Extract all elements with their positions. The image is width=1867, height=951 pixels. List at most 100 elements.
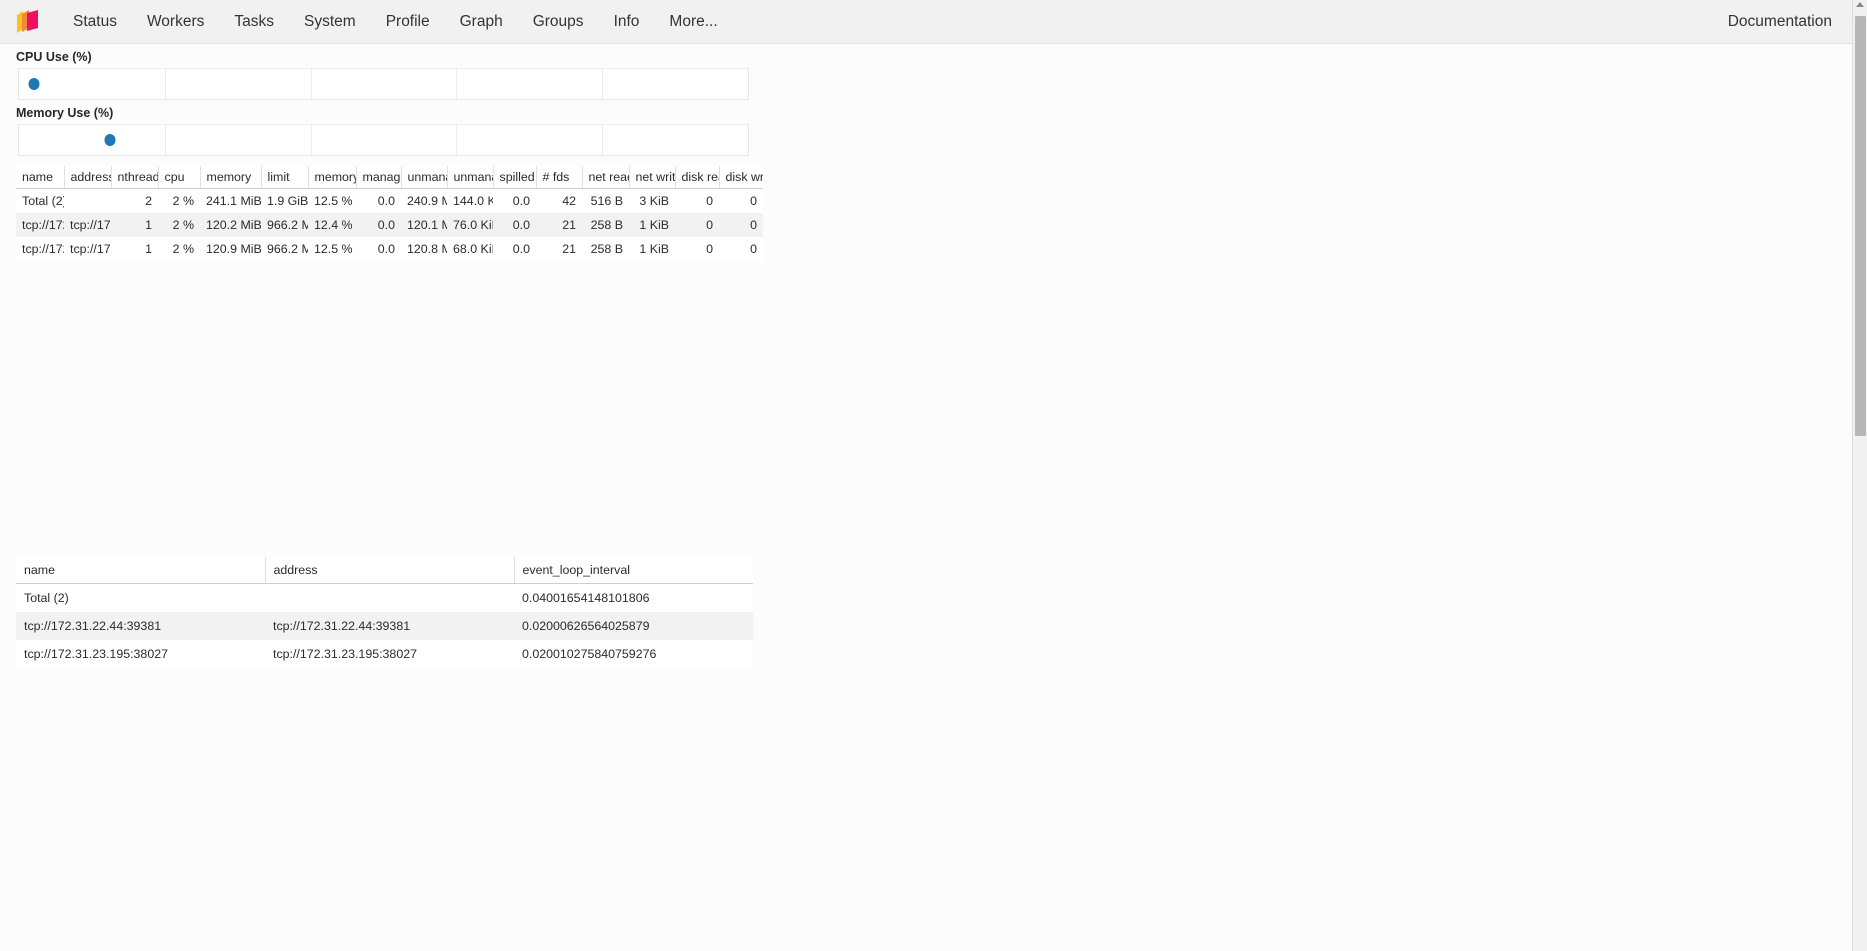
workers-table-cell-cpu: 2 % (172, 218, 194, 232)
workers-table-header-name[interactable]: name (16, 166, 65, 189)
event-loop-table-header-row: name address event_loop_interval (16, 557, 753, 584)
workers-table-cell-name: Total (2) (22, 194, 64, 208)
cpu-use-gauge: CPU Use (%) (0, 44, 1852, 100)
event-loop-table-cell-address: tcp://172.31.23.195:38027 (273, 647, 417, 661)
event-loop-table-cell-address (265, 584, 514, 613)
workers-table-cell-cpu: 2 % (172, 194, 194, 208)
workers-table-cell-disk_read: 0 (706, 194, 713, 208)
nav-item-more[interactable]: More... (654, 0, 732, 44)
layout-spacer (0, 261, 1852, 557)
workers-table-cell-net_write: 1 KiB (639, 242, 669, 256)
gauge-gridline (310, 69, 312, 99)
event-loop-table-cell-eli: 0.04001654148101806 (522, 591, 650, 605)
workers-table-cell-fds: 21 (562, 218, 576, 232)
workers-table-row[interactable]: tcp://172.31.22.44:39381 tcp://172.31.22.… (16, 213, 763, 237)
workers-table-cell-nthreads: 1 (145, 218, 152, 232)
workers-table-header-net_write[interactable]: net write (629, 166, 676, 189)
workers-table-cell-address (64, 189, 111, 214)
event-loop-table-header-eli[interactable]: event_loop_interval (514, 557, 753, 584)
event-loop-table-cell-name: tcp://172.31.22.44:39381 (24, 619, 162, 633)
workers-table-row[interactable]: tcp://172.31.23.195:38027 tcp://172.31.23… (16, 237, 763, 261)
memory-use-plot[interactable] (18, 124, 749, 156)
gauge-gridline (456, 69, 458, 99)
scroll-thumb[interactable] (1855, 16, 1866, 436)
workers-table-cell-limit: 966.2 MiB (267, 218, 308, 232)
event-loop-table-cell-address: tcp://172.31.22.44:39381 (273, 619, 411, 633)
workers-table-header-spilled[interactable]: spilled (493, 166, 537, 189)
gauge-worker-dot[interactable] (28, 78, 40, 90)
workers-table-cell-net_read: 258 B (590, 218, 623, 232)
workers-table-cell-net_write: 1 KiB (639, 218, 669, 232)
nav-item-workers[interactable]: Workers (132, 0, 219, 44)
workers-table-cell-unmanaged_old: 120.1 MiB (407, 218, 447, 232)
gauge-gridline (602, 125, 604, 155)
workers-table-cell-disk_read: 0 (706, 242, 713, 256)
dask-logo-icon[interactable] (12, 7, 42, 37)
scroll-up-arrow-icon[interactable] (1856, 2, 1864, 7)
event-loop-table-row[interactable]: Total (2) 0.04001654148101806 (16, 583, 753, 613)
event-loop-table-header-name[interactable]: name (16, 557, 266, 584)
workers-table-cell-disk_write: 0 (750, 218, 757, 232)
gauge-gridline (602, 69, 604, 99)
workers-table-header-managed[interactable]: managed (356, 166, 402, 189)
workers-table-cell-name: tcp://172.31.22.44:39381 (22, 218, 64, 232)
gauge-worker-dot[interactable] (104, 134, 116, 146)
workers-table-header-disk_read[interactable]: disk read (675, 166, 720, 189)
nav-item-status[interactable]: Status (58, 0, 132, 44)
workers-table-cell-name: tcp://172.31.23.195:38027 (22, 242, 64, 256)
workers-table-cell-disk_write: 0 (750, 194, 757, 208)
gauge-gridline (456, 125, 458, 155)
workers-table-header-limit[interactable]: limit (261, 166, 309, 189)
event-loop-table-cell-name: tcp://172.31.23.195:38027 (24, 647, 168, 661)
workers-table-cell-managed: 0.0 (377, 242, 395, 256)
event-loop-table-cell-eli: 0.020010275840759276 (522, 647, 657, 661)
event-loop-table-row[interactable]: tcp://172.31.22.44:39381 tcp://172.31.22.… (16, 612, 753, 640)
workers-table-cell-nthreads: 2 (145, 194, 152, 208)
cpu-use-plot[interactable] (18, 68, 749, 100)
workers-table-cell-disk_read: 0 (706, 218, 713, 232)
workers-table-header-unmanaged_old[interactable]: unmanaged old (401, 166, 448, 189)
documentation-link[interactable]: Documentation (1728, 13, 1838, 31)
vertical-scrollbar[interactable] (1852, 0, 1867, 951)
workers-table-cell-spilled: 0.0 (512, 242, 530, 256)
workers-table-header-row: nameaddressnthreadscpumemorylimitmemory … (16, 166, 763, 189)
workers-table-cell-fds: 42 (562, 194, 576, 208)
top-navbar: Status Workers Tasks System Profile Grap… (0, 0, 1852, 44)
nav-item-system[interactable]: System (289, 0, 371, 44)
workers-table-cell-unmanaged_recent: 68.0 KiB (453, 242, 493, 256)
workers-table-cell-memory_pct: 12.4 % (314, 218, 353, 232)
gauge-gridline (164, 125, 166, 155)
gauge-gridline (310, 125, 312, 155)
workers-table-header-memory_pct[interactable]: memory % (308, 166, 357, 189)
workers-table-cell-address: tcp://172.31.22.44:39381 (70, 218, 111, 232)
workers-table-header-disk_write[interactable]: disk write (719, 166, 763, 189)
workers-table-cell-spilled: 0.0 (512, 218, 530, 232)
event-loop-table-header-address[interactable]: address (265, 557, 515, 584)
workers-table-header-cpu[interactable]: cpu (158, 166, 201, 189)
workers-table-cell-net_write: 3 KiB (639, 194, 669, 208)
workers-table-header-nthreads[interactable]: nthreads (111, 166, 159, 189)
nav-item-tasks[interactable]: Tasks (219, 0, 289, 44)
workers-table-cell-address: tcp://172.31.23.195:38027 (70, 242, 111, 256)
workers-table-cell-memory: 241.1 MiB (206, 194, 261, 208)
event-loop-table-row[interactable]: tcp://172.31.23.195:38027 tcp://172.31.23… (16, 640, 753, 668)
workers-table-cell-cpu: 2 % (172, 242, 194, 256)
workers-table-cell-disk_write: 0 (750, 242, 757, 256)
workers-table-row[interactable]: Total (2) 2 2 % 241.1 MiB 1.9 GiB 12.5 % 0.0 24… (16, 188, 763, 214)
workers-table-header-unmanaged_recent[interactable]: unmanaged recent (447, 166, 494, 189)
workers-table-header-fds[interactable]: # fds (536, 166, 583, 189)
workers-table-cell-spilled: 0.0 (512, 194, 530, 208)
workers-table-header-memory[interactable]: memory (200, 166, 262, 189)
workers-table-header-net_read[interactable]: net read (582, 166, 630, 189)
nav-item-info[interactable]: Info (599, 0, 655, 44)
nav-item-graph[interactable]: Graph (445, 0, 518, 44)
page-body: CPU Use (%) Memory Use (%) name address nt… (0, 44, 1852, 951)
workers-table-cell-limit: 1.9 GiB (267, 194, 308, 208)
workers-table-header-address[interactable]: address (64, 166, 112, 189)
workers-table-cell-unmanaged_recent: 76.0 KiB (453, 218, 493, 232)
workers-table-cell-fds: 21 (562, 242, 576, 256)
event-loop-table-cell-eli: 0.02000626564025879 (522, 619, 650, 633)
nav-item-groups[interactable]: Groups (518, 0, 599, 44)
nav-item-profile[interactable]: Profile (371, 0, 445, 44)
gauge-gridline (164, 69, 166, 99)
